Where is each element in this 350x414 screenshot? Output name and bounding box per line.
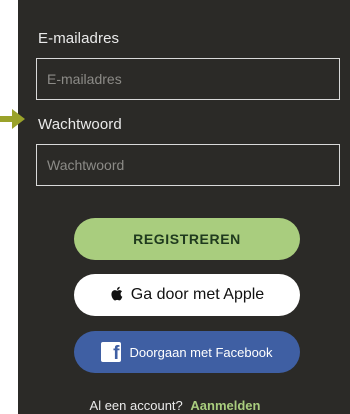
apple-button-label: Ga door met Apple	[130, 286, 265, 303]
facebook-icon: f	[101, 342, 122, 362]
email-field[interactable]	[36, 58, 340, 100]
password-label: Wachtwoord	[38, 116, 122, 133]
register-button-label: REGISTREREN	[133, 231, 241, 247]
email-label: E-mailadres	[38, 30, 120, 47]
login-prompt: Al een account? Aanmelden	[0, 398, 350, 413]
login-prompt-text: Al een account?	[89, 398, 183, 413]
login-link[interactable]: Aanmelden	[190, 398, 260, 413]
register-button[interactable]: REGISTREREN	[74, 218, 300, 260]
facebook-button-label: Doorgaan met Facebook	[129, 344, 273, 360]
apple-icon	[110, 286, 123, 304]
arrow-right-icon	[0, 109, 25, 129]
continue-with-facebook-button[interactable]: f Doorgaan met Facebook	[74, 331, 300, 373]
continue-with-apple-button[interactable]: Ga door met Apple	[74, 274, 300, 316]
password-field[interactable]	[36, 144, 340, 186]
